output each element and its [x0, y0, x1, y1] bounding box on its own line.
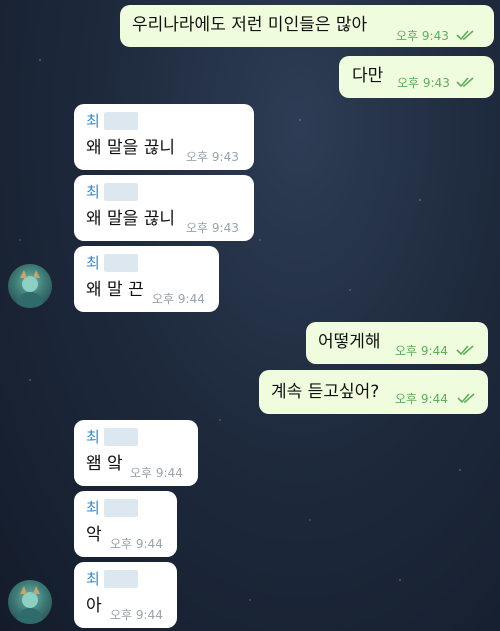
sender-name: 최 [86, 183, 100, 201]
incoming-message[interactable]: 최 왜 말을 끊니 오후 9:43 [74, 104, 254, 170]
sender-name-redacted [104, 428, 138, 446]
message-text: 왜 말을 끊니 [86, 138, 176, 158]
message-text: 다만 [352, 66, 384, 86]
message-time: 오후 9:43 [186, 150, 239, 164]
sender-name: 최 [86, 112, 100, 130]
outgoing-message[interactable]: 어떻게해 오후 9:44 [306, 322, 488, 364]
sender-name-redacted [104, 112, 138, 130]
outgoing-message[interactable]: 다만 오후 9:43 [339, 56, 494, 98]
contact-avatar[interactable] [8, 580, 52, 624]
message-time: 오후 9:44 [395, 344, 448, 358]
avatar-image [16, 586, 44, 624]
double-check-icon [456, 77, 474, 88]
message-time: 오후 9:43 [396, 29, 449, 43]
sender-name-redacted [104, 254, 138, 272]
message-text: 왬 앜 [86, 454, 123, 474]
incoming-message[interactable]: 최 왜 말을 끊니 오후 9:43 [74, 175, 254, 241]
message-time: 오후 9:44 [110, 608, 163, 622]
outgoing-message[interactable]: 계속 듣고싶어? 오후 9:44 [259, 370, 488, 414]
message-text: 우리나라에도 저런 미인들은 많아 [132, 15, 368, 35]
message-time: 오후 9:44 [152, 292, 205, 306]
outgoing-message[interactable]: 우리나라에도 저런 미인들은 많아 오후 9:43 [120, 5, 494, 47]
incoming-message[interactable]: 최 악 오후 9:44 [74, 491, 177, 557]
avatar-image [16, 270, 44, 308]
incoming-message[interactable]: 최 왬 앜 오후 9:44 [74, 420, 198, 486]
message-text: 왜 말 끈 [86, 280, 144, 300]
message-time: 오후 9:44 [110, 537, 163, 551]
message-text: 계속 듣고싶어? [271, 382, 380, 402]
message-text: 어떻게해 [318, 332, 381, 352]
incoming-message[interactable]: 최 왜 말 끈 오후 9:44 [74, 246, 219, 312]
double-check-icon [456, 345, 474, 356]
sender-name: 최 [86, 428, 100, 446]
contact-avatar[interactable] [8, 264, 52, 308]
message-text: 아 [86, 596, 102, 616]
message-time: 오후 9:44 [395, 392, 448, 406]
message-time: 오후 9:43 [186, 221, 239, 235]
message-time: 오후 9:44 [130, 466, 183, 480]
double-check-icon [457, 393, 475, 404]
sender-name-redacted [104, 499, 138, 517]
incoming-message[interactable]: 최 아 오후 9:44 [74, 562, 177, 628]
sender-name: 최 [86, 499, 100, 517]
message-time: 오후 9:43 [397, 76, 450, 90]
message-text: 왜 말을 끊니 [86, 209, 176, 229]
sender-name: 최 [86, 254, 100, 272]
sender-name-redacted [104, 570, 138, 588]
sender-name: 최 [86, 570, 100, 588]
double-check-icon [456, 30, 474, 41]
sender-name-redacted [104, 183, 138, 201]
message-text: 악 [86, 525, 102, 545]
